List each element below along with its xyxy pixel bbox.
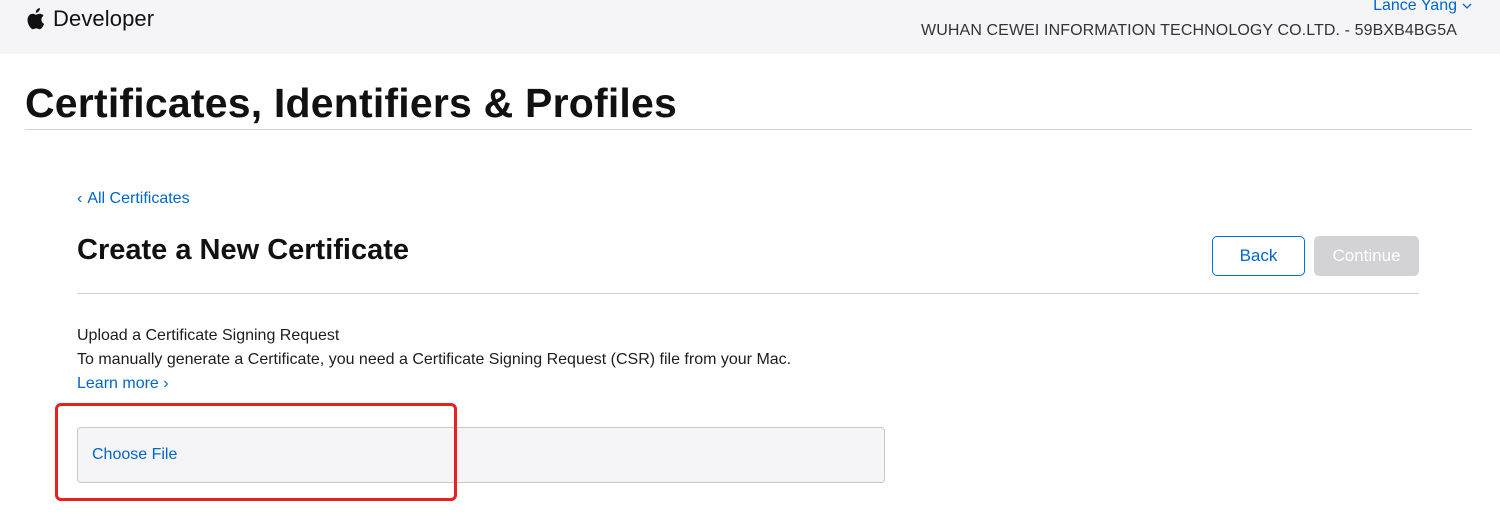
team-name: WUHAN CEWEI INFORMATION TECHNOLOGY CO.LT… (921, 22, 1457, 39)
global-header: Developer Lance Yang WUHAN CEWEI INFORMA… (0, 0, 1500, 54)
back-button[interactable]: Back (1212, 236, 1305, 276)
page-title: Certificates, Identifiers & Profiles (25, 80, 678, 126)
developer-brand-link[interactable]: Developer (25, 4, 154, 34)
chevron-left-icon: ‹ (77, 190, 83, 207)
all-certificates-link[interactable]: ‹ All Certificates (77, 190, 190, 208)
apple-icon (27, 8, 45, 30)
chevron-down-icon (1462, 3, 1472, 9)
choose-file-button[interactable]: Choose File (92, 446, 177, 464)
continue-button[interactable]: Continue (1314, 236, 1419, 276)
section-title: Create a New Certificate (77, 234, 410, 266)
title-divider (25, 129, 1472, 130)
user-account-menu[interactable]: Lance Yang (1373, 0, 1472, 15)
section-divider (77, 293, 1419, 294)
chevron-right-icon: › (163, 375, 169, 392)
upload-heading: Upload a Certificate Signing Request (77, 327, 340, 344)
learn-more-label: Learn more (77, 375, 159, 392)
upload-description: To manually generate a Certificate, you … (77, 351, 792, 368)
brand-label: Developer (53, 6, 155, 31)
user-name: Lance Yang (1373, 0, 1457, 14)
file-upload-field[interactable]: Choose File (77, 427, 885, 483)
back-link-label: All Certificates (87, 190, 190, 207)
learn-more-link[interactable]: Learn more › (77, 375, 169, 393)
